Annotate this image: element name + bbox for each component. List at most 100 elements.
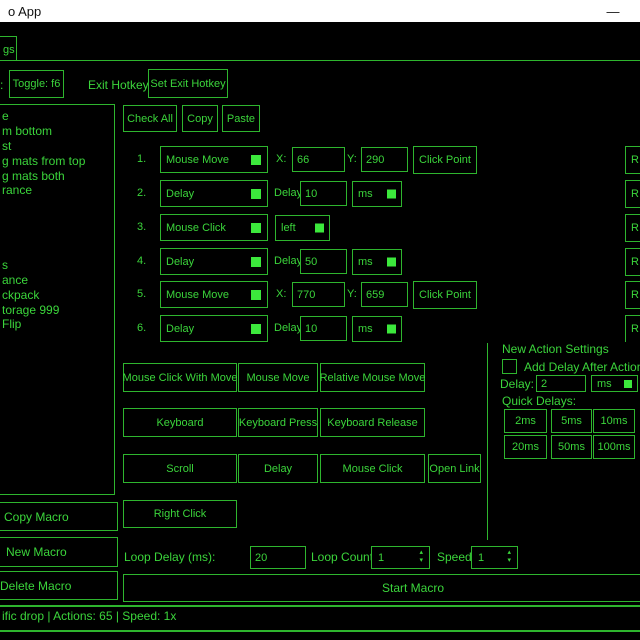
action-type-dropdown[interactable]: Mouse Move	[160, 146, 268, 173]
add-open-link-button[interactable]: Open Link	[428, 454, 481, 483]
loop-count-stepper[interactable]: 1 ▴▾	[371, 546, 430, 569]
y-label: Y:	[347, 288, 357, 300]
delay-label: Delay	[274, 255, 302, 267]
y-input[interactable]	[361, 147, 408, 172]
delay-unit-dropdown[interactable]: ms	[352, 181, 402, 207]
loop-count-label: Loop Count:	[311, 550, 376, 564]
settings-delay-label: Delay:	[500, 377, 534, 391]
quick-delay-20ms-button[interactable]: 20ms	[504, 435, 547, 459]
action-type-dropdown[interactable]: Delay	[160, 315, 268, 342]
add-scroll-button[interactable]: Scroll	[123, 454, 237, 483]
loop-count-value: 1	[378, 552, 384, 564]
remove-button[interactable]: R	[625, 281, 640, 309]
loop-delay-input[interactable]	[250, 546, 306, 569]
delay-unit-value: ms	[358, 256, 373, 268]
add-delay-after-action-checkbox[interactable]	[502, 359, 517, 374]
stepper-arrows-icon[interactable]: ▴▾	[419, 549, 423, 565]
set-exit-hotkey-button[interactable]: Set Exit Hotkey	[148, 69, 228, 98]
dropdown-indicator-icon	[251, 155, 261, 165]
quick-delay-50ms-button[interactable]: 50ms	[551, 435, 592, 459]
x-input[interactable]	[292, 282, 345, 307]
x-label: X:	[276, 153, 286, 165]
add-keyboard-press-button[interactable]: Keyboard Press	[238, 408, 318, 437]
copy-button[interactable]: Copy	[182, 105, 218, 132]
paste-button[interactable]: Paste	[222, 105, 260, 132]
action-type-dropdown[interactable]: Delay	[160, 180, 268, 207]
click-point-button[interactable]: Click Point	[413, 146, 477, 174]
remove-button[interactable]: R	[625, 146, 640, 174]
delay-unit-dropdown[interactable]: ms	[352, 316, 402, 342]
add-right-click-button[interactable]: Right Click	[123, 500, 237, 528]
stepper-arrows-icon[interactable]: ▴▾	[507, 549, 511, 565]
start-macro-button[interactable]: Start Macro	[123, 574, 640, 602]
dropdown-indicator-icon	[251, 257, 261, 267]
remove-button[interactable]: R	[625, 214, 640, 242]
settings-delay-input[interactable]	[536, 375, 586, 392]
delay-input[interactable]	[300, 181, 347, 206]
toggle-hotkey-label-fragment: :	[0, 78, 3, 92]
list-item[interactable]: m bottom	[0, 124, 114, 139]
dropdown-indicator-icon	[387, 258, 396, 267]
row-number: 1.	[137, 153, 146, 165]
row-number: 3.	[137, 221, 146, 233]
dropdown-indicator-icon	[624, 380, 632, 388]
quick-delay-5ms-button[interactable]: 5ms	[551, 409, 592, 433]
minimize-button[interactable]: —	[598, 0, 628, 22]
settings-delay-unit-dropdown[interactable]: ms	[591, 375, 638, 392]
delay-unit-dropdown[interactable]: ms	[352, 249, 402, 275]
add-keyboard-button[interactable]: Keyboard	[123, 408, 237, 437]
quick-delay-10ms-button[interactable]: 10ms	[593, 409, 635, 433]
remove-button[interactable]: R	[625, 248, 640, 276]
y-label: Y:	[347, 153, 357, 165]
quick-delay-100ms-button[interactable]: 100ms	[593, 435, 635, 459]
quick-delays-label: Quick Delays:	[502, 394, 576, 408]
action-type-value: Delay	[166, 188, 194, 200]
loop-delay-label: Loop Delay (ms):	[124, 550, 215, 564]
mouse-button-dropdown[interactable]: left	[275, 215, 330, 241]
delay-input[interactable]	[300, 249, 347, 274]
delay-label: Delay	[274, 322, 302, 334]
add-relative-mouse-move-button[interactable]: Relative Mouse Move	[320, 363, 425, 392]
add-mouse-click-with-move-button[interactable]: Mouse Click With Move	[123, 363, 237, 392]
dropdown-indicator-icon	[387, 190, 396, 199]
add-delay-button[interactable]: Delay	[238, 454, 318, 483]
action-rows-panel[interactable]: 1. Mouse Move X: Y: Click Point R 2. Del…	[0, 140, 640, 342]
row-number: 4.	[137, 255, 146, 267]
x-input[interactable]	[292, 147, 345, 172]
new-macro-button[interactable]: New Macro	[0, 537, 118, 567]
x-label: X:	[276, 288, 286, 300]
status-bar-text: ific drop | Actions: 65 | Speed: 1x	[2, 609, 176, 623]
check-all-button[interactable]: Check All	[123, 105, 177, 132]
action-type-value: Mouse Click	[166, 222, 226, 234]
toggle-hotkey-button[interactable]: Toggle: f6	[9, 70, 64, 98]
add-mouse-move-button[interactable]: Mouse Move	[238, 363, 318, 392]
quick-delay-2ms-button[interactable]: 2ms	[504, 409, 547, 433]
click-point-button[interactable]: Click Point	[413, 281, 477, 309]
tab-settings-label: gs	[3, 44, 15, 56]
action-type-dropdown[interactable]: Delay	[160, 248, 268, 275]
add-mouse-click-button[interactable]: Mouse Click	[320, 454, 425, 483]
macro-app-window: { "window": { "title": "o App", "minimiz…	[0, 0, 640, 640]
y-input[interactable]	[361, 282, 408, 307]
remove-button[interactable]: R	[625, 315, 640, 342]
tab-settings[interactable]: gs	[0, 36, 17, 61]
list-item[interactable]: e	[0, 109, 114, 124]
delete-macro-button[interactable]: Delete Macro	[0, 571, 118, 600]
dropdown-indicator-icon	[251, 290, 261, 300]
action-type-dropdown[interactable]: Mouse Click	[160, 214, 268, 241]
copy-macro-button[interactable]: Copy Macro	[0, 502, 118, 531]
delay-label: Delay	[274, 187, 302, 199]
dropdown-indicator-icon	[315, 224, 324, 233]
action-type-value: Delay	[166, 323, 194, 335]
dropdown-indicator-icon	[251, 189, 261, 199]
speed-stepper[interactable]: 1 ▴▾	[471, 546, 518, 569]
remove-button[interactable]: R	[625, 180, 640, 208]
tab-underline	[16, 60, 640, 61]
delay-input[interactable]	[300, 316, 347, 341]
row-number: 6.	[137, 322, 146, 334]
add-keyboard-release-button[interactable]: Keyboard Release	[320, 408, 425, 437]
action-type-dropdown[interactable]: Mouse Move	[160, 281, 268, 308]
dropdown-indicator-icon	[387, 325, 396, 334]
action-type-value: Mouse Move	[166, 289, 229, 301]
action-type-value: Delay	[166, 256, 194, 268]
